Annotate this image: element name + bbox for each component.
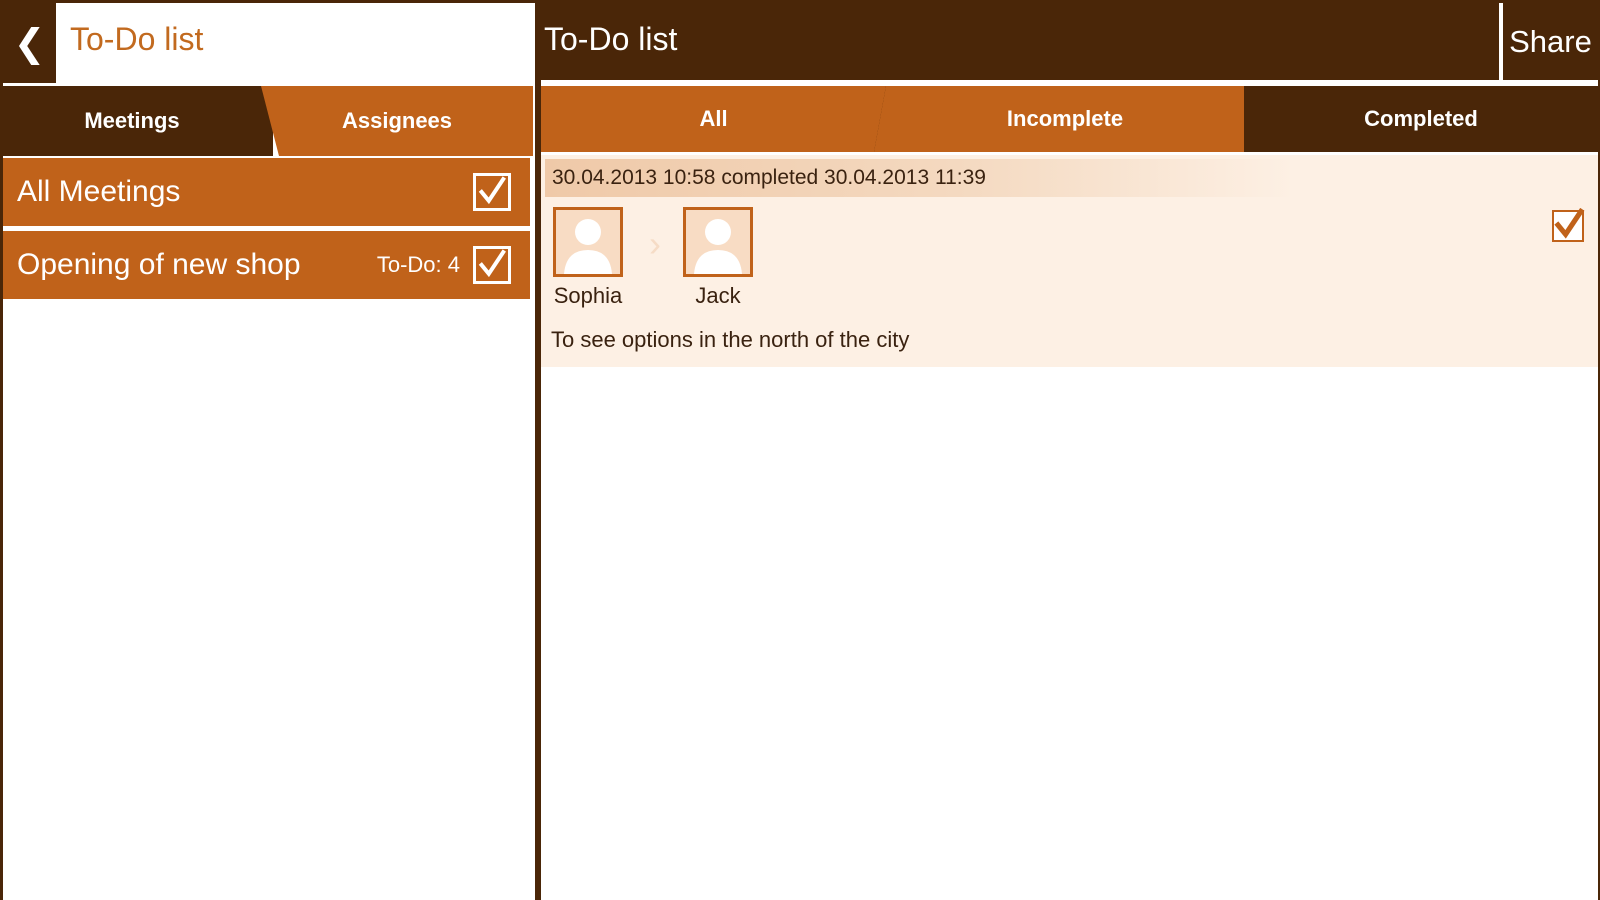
tab-incomplete[interactable]: Incomplete	[874, 86, 1256, 152]
left-header: ❮ To-Do list	[3, 3, 535, 83]
todo-pane: To-Do list Share All Incomplete Complete…	[541, 3, 1598, 900]
tab-meetings-label: Meetings	[84, 108, 180, 133]
chevron-right-icon: ›	[649, 223, 661, 264]
back-button[interactable]: ❮	[3, 3, 56, 83]
chevron-left-icon: ❮	[13, 21, 46, 65]
assignee-name: Jack	[695, 283, 741, 308]
person-icon	[564, 219, 612, 274]
task-description: To see options in the north of the city	[551, 327, 910, 352]
person-icon	[694, 219, 742, 274]
task-item[interactable]: 30.04.2013 10:58 completed 30.04.2013 11…	[541, 155, 1598, 367]
avatar-jack	[683, 207, 753, 277]
left-title: To-Do list	[70, 21, 204, 57]
meeting-row-all[interactable]: All Meetings	[3, 158, 530, 226]
task-checkbox[interactable]	[1552, 208, 1585, 242]
tab-assignees[interactable]: Assignees	[261, 86, 533, 156]
check-icon	[478, 249, 506, 278]
meeting-row-opening-of-new-shop[interactable]: Opening of new shop To-Do: 4	[3, 231, 530, 299]
tab-all[interactable]: All	[541, 86, 886, 152]
check-icon	[478, 176, 506, 205]
status-tab-bar: All Incomplete Completed	[541, 86, 1598, 152]
right-header: To-Do list Share	[541, 3, 1598, 80]
assigner-name: Sophia	[553, 283, 623, 308]
tab-assignees-label: Assignees	[341, 108, 453, 133]
check-icon	[1554, 208, 1585, 239]
frame-border	[0, 0, 3, 900]
meeting-checkbox[interactable]	[473, 173, 511, 211]
meeting-name: All Meetings	[17, 175, 181, 208]
meetings-pane: ❮ To-Do list Meetings Assignees All Meet…	[3, 3, 535, 900]
meeting-checkbox[interactable]	[473, 246, 511, 284]
left-tab-bar: Meetings Assignees	[3, 86, 535, 156]
share-button[interactable]: Share	[1503, 3, 1598, 80]
task-dates: 30.04.2013 10:58 completed 30.04.2013 11…	[545, 159, 1295, 197]
right-title: To-Do list	[544, 21, 678, 57]
meeting-name: Opening of new shop	[17, 248, 301, 281]
todo-count: To-Do: 4	[376, 252, 460, 277]
tab-completed[interactable]: Completed	[1244, 86, 1598, 152]
tab-meetings[interactable]: Meetings	[3, 86, 273, 156]
avatar-sophia	[553, 207, 623, 277]
pane-divider	[535, 0, 541, 900]
frame-border	[0, 0, 1600, 3]
